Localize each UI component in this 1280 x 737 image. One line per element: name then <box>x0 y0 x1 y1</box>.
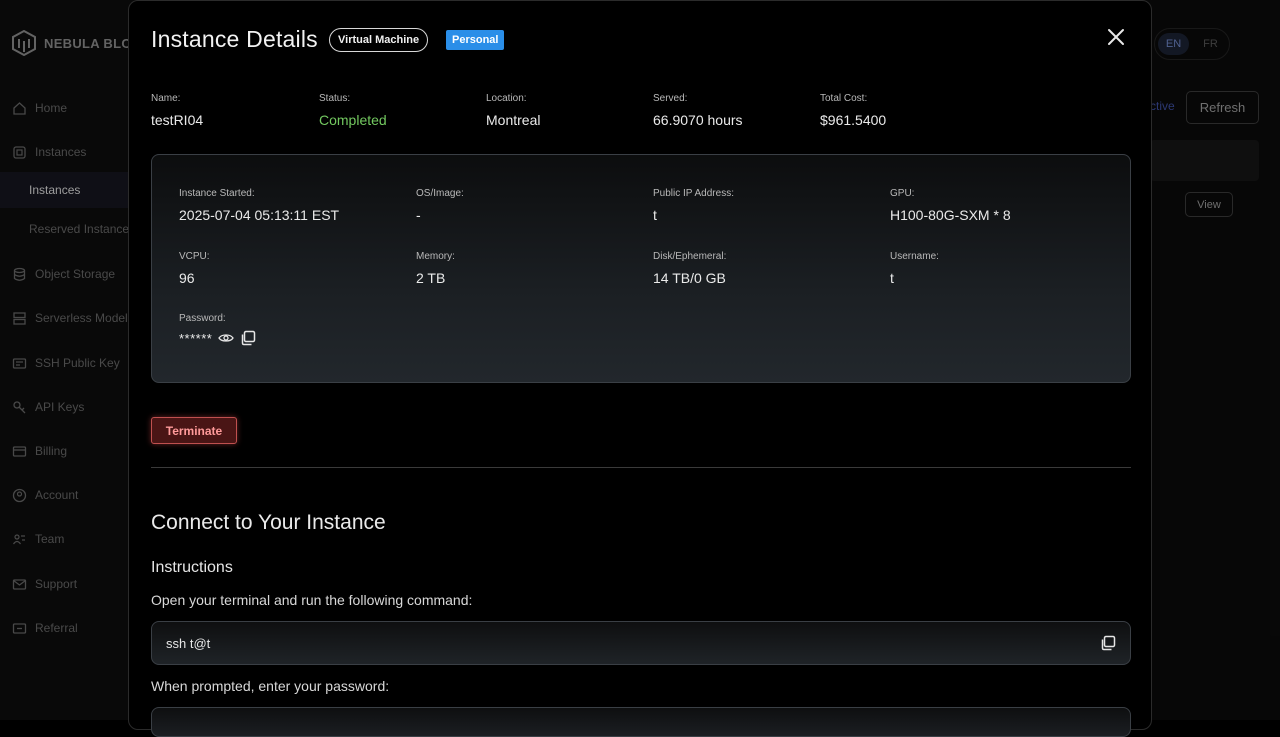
disk-value: 14 TB/0 GB <box>653 270 726 286</box>
copy-password-icon[interactable] <box>240 330 256 346</box>
eye-icon[interactable] <box>218 330 234 346</box>
served-label: Served: <box>653 93 743 104</box>
instance-type-badge: Virtual Machine <box>329 28 428 52</box>
disk-field: Disk/Ephemeral: 14 TB/0 GB <box>653 251 726 286</box>
connect-heading: Connect to Your Instance <box>151 511 386 535</box>
username-field: Username: t <box>890 251 939 286</box>
public-ip-label: Public IP Address: <box>653 188 734 199</box>
status-value: Completed <box>319 112 387 128</box>
section-divider <box>151 467 1131 468</box>
name-value: testRI04 <box>151 112 203 128</box>
username-value: t <box>890 270 939 286</box>
name-field: Name: testRI04 <box>151 93 203 128</box>
username-label: Username: <box>890 251 939 262</box>
password-command-box <box>151 707 1131 737</box>
instructions-heading: Instructions <box>151 559 233 577</box>
instance-started-label: Instance Started: <box>179 188 339 199</box>
step-run-command: Open your terminal and run the following… <box>151 592 472 608</box>
copy-command-icon[interactable] <box>1100 635 1116 651</box>
public-ip-field: Public IP Address: t <box>653 188 734 223</box>
status-label: Status: <box>319 93 387 104</box>
gpu-value: H100-80G-SXM * 8 <box>890 207 1011 223</box>
total-cost-value: $961.5400 <box>820 112 886 128</box>
location-field: Location: Montreal <box>486 93 540 128</box>
served-field: Served: 66.9070 hours <box>653 93 743 128</box>
ssh-command[interactable]: ssh t@t <box>166 636 210 651</box>
instance-specs-card: Instance Started: 2025-07-04 05:13:11 ES… <box>151 154 1131 383</box>
os-image-value: - <box>416 207 464 223</box>
owner-badge: Personal <box>446 30 504 50</box>
memory-value: 2 TB <box>416 270 455 286</box>
total-cost-field: Total Cost: $961.5400 <box>820 93 886 128</box>
location-value: Montreal <box>486 112 540 128</box>
os-image-field: OS/Image: - <box>416 188 464 223</box>
modal-title: Instance Details <box>151 26 318 53</box>
instance-started-field: Instance Started: 2025-07-04 05:13:11 ES… <box>179 188 339 223</box>
os-image-label: OS/Image: <box>416 188 464 199</box>
public-ip-value: t <box>653 207 734 223</box>
terminate-button[interactable]: Terminate <box>151 417 237 444</box>
instance-details-modal: Instance Details Virtual Machine Persona… <box>128 0 1152 730</box>
gpu-field: GPU: H100-80G-SXM * 8 <box>890 188 1011 223</box>
location-label: Location: <box>486 93 540 104</box>
gpu-label: GPU: <box>890 188 1011 199</box>
password-value: ****** <box>179 331 212 346</box>
close-icon[interactable] <box>1106 27 1126 47</box>
ssh-command-box: ssh t@t <box>151 621 1131 665</box>
name-label: Name: <box>151 93 203 104</box>
served-value: 66.9070 hours <box>653 112 743 128</box>
password-field: Password: ****** <box>179 313 256 346</box>
vcpu-label: VCPU: <box>179 251 210 262</box>
memory-label: Memory: <box>416 251 455 262</box>
vcpu-field: VCPU: 96 <box>179 251 210 286</box>
password-label: Password: <box>179 313 256 324</box>
disk-label: Disk/Ephemeral: <box>653 251 726 262</box>
status-field: Status: Completed <box>319 93 387 128</box>
total-cost-label: Total Cost: <box>820 93 886 104</box>
vcpu-value: 96 <box>179 270 210 286</box>
memory-field: Memory: 2 TB <box>416 251 455 286</box>
step-enter-password: When prompted, enter your password: <box>151 678 389 694</box>
instance-started-value: 2025-07-04 05:13:11 EST <box>179 207 339 223</box>
